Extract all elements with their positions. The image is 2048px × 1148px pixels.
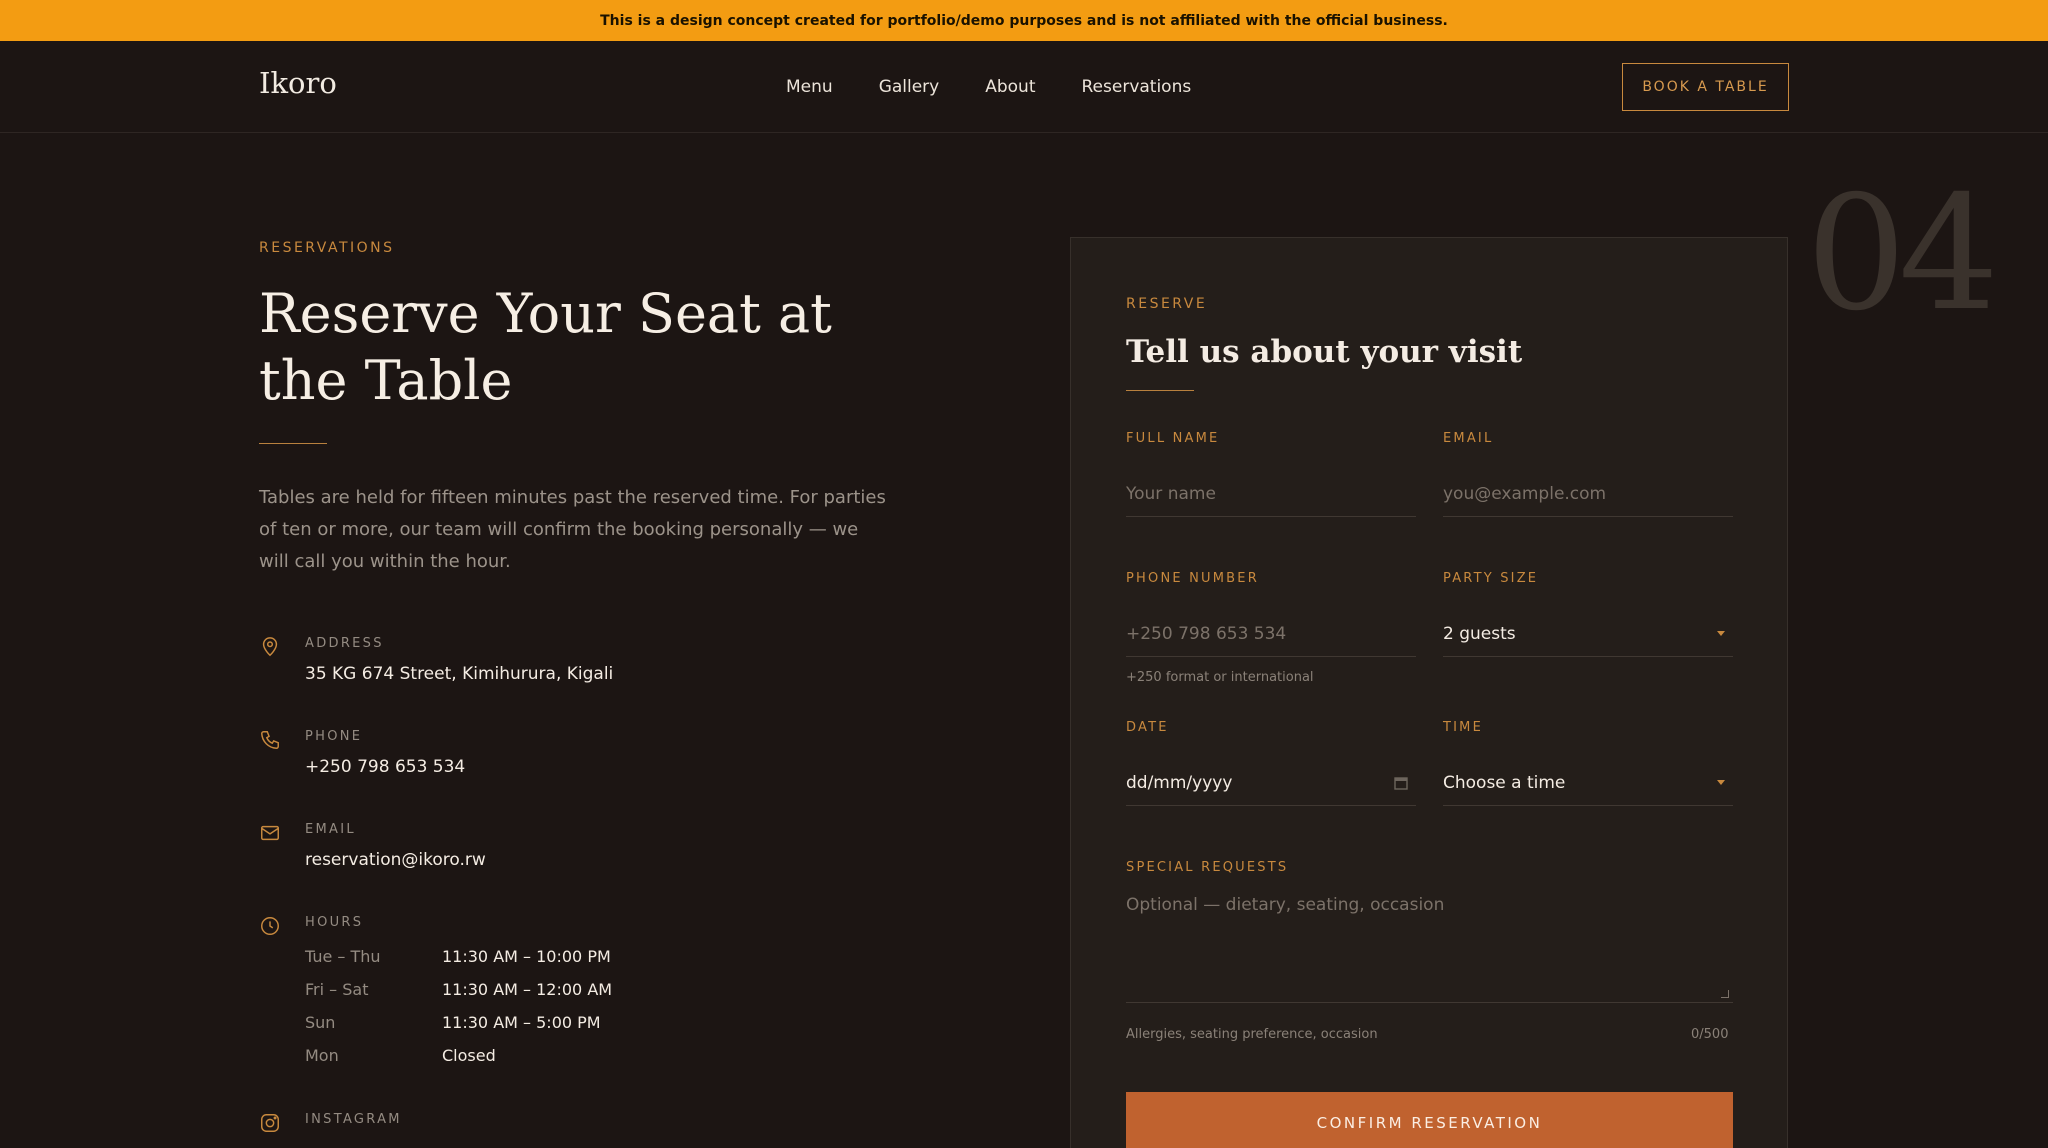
mail-icon — [261, 825, 279, 841]
special-requests-textarea[interactable]: Optional — dietary, seating, occasion — [1126, 895, 1733, 1003]
hours-info: HOURS Tue – Thu 11:30 AM – 10:00 PM Fri … — [259, 915, 819, 1075]
time-field: TIME Choose a time — [1443, 720, 1733, 806]
reservation-form-card: RESERVE Tell us about your visit FULL NA… — [1070, 237, 1788, 1148]
nav-link-gallery[interactable]: Gallery — [879, 77, 940, 97]
instagram-label: INSTAGRAM — [305, 1112, 402, 1127]
nav-link-reservations[interactable]: Reservations — [1082, 77, 1192, 97]
phone-hint: +250 format or international — [1126, 670, 1314, 685]
party-size-label: PARTY SIZE — [1443, 571, 1539, 586]
phone-value[interactable]: +250 798 653 534 — [305, 757, 465, 777]
full-name-field: FULL NAME Your name — [1126, 431, 1416, 517]
date-input[interactable]: dd/mm/yyyy — [1126, 760, 1416, 806]
clock-icon — [261, 917, 279, 935]
nav-links: Menu Gallery About Reservations — [786, 77, 1191, 97]
time-value: Choose a time — [1443, 772, 1566, 793]
nav-link-menu[interactable]: Menu — [786, 77, 833, 97]
full-name-label: FULL NAME — [1126, 431, 1220, 446]
phone-number-label: PHONE NUMBER — [1126, 571, 1259, 586]
phone-icon — [261, 731, 279, 749]
map-pin-icon — [262, 637, 278, 657]
section-number: 04 — [1806, 162, 1999, 346]
phone-input[interactable]: +250 798 653 534 — [1126, 611, 1416, 657]
address-label: ADDRESS — [305, 636, 384, 651]
phone-field: PHONE NUMBER +250 798 653 534 — [1126, 571, 1416, 657]
form-title: Tell us about your visit — [1126, 334, 1523, 370]
party-size-value: 2 guests — [1443, 623, 1516, 644]
party-size-select[interactable]: 2 guests — [1443, 611, 1733, 657]
book-a-table-button[interactable]: BOOK A TABLE — [1622, 63, 1789, 111]
hours-day: Sun — [305, 1013, 336, 1032]
calendar-icon[interactable] — [1394, 776, 1408, 790]
special-requests-placeholder: Optional — dietary, seating, occasion — [1126, 895, 1445, 915]
hours-day: Mon — [305, 1046, 339, 1065]
character-counter: 0/500 — [1691, 1027, 1729, 1042]
phone-label: PHONE — [305, 729, 363, 744]
form-eyebrow: RESERVE — [1126, 296, 1208, 312]
hours-time: 11:30 AM – 12:00 AM — [442, 980, 613, 999]
section-eyebrow: RESERVATIONS — [259, 240, 395, 256]
address-value: 35 KG 674 Street, Kimihurura, Kigali — [305, 664, 614, 684]
email-info: EMAIL reservation@ikoro.rw — [259, 822, 819, 872]
email-field: EMAIL you@example.com — [1443, 431, 1733, 517]
instagram-info: INSTAGRAM — [259, 1112, 819, 1148]
special-requests-hint: Allergies, seating preference, occasion — [1126, 1027, 1378, 1042]
hours-time: Closed — [442, 1046, 496, 1065]
brand-logo[interactable]: Ikoro — [259, 66, 337, 100]
nav-link-about[interactable]: About — [985, 77, 1035, 97]
special-requests-field: SPECIAL REQUESTS — [1126, 860, 1733, 878]
date-field: DATE dd/mm/yyyy — [1126, 720, 1416, 806]
form-title-divider — [1126, 390, 1194, 391]
email-value[interactable]: reservation@ikoro.rw — [305, 850, 486, 870]
hours-day: Fri – Sat — [305, 980, 369, 999]
intro-paragraph: Tables are held for fifteen minutes past… — [259, 487, 886, 572]
hours-row: Fri – Sat 11:30 AM – 12:00 AM — [305, 980, 612, 1013]
phone-info: PHONE +250 798 653 534 — [259, 729, 819, 779]
resize-handle-icon[interactable] — [1721, 990, 1729, 998]
demo-disclaimer-banner: This is a design concept created for por… — [0, 0, 2048, 41]
special-requests-label: SPECIAL REQUESTS — [1126, 860, 1289, 875]
address-info: ADDRESS 35 KG 674 Street, Kimihurura, Ki… — [259, 636, 819, 686]
party-size-field: PARTY SIZE 2 guests — [1443, 571, 1733, 657]
title-divider — [259, 443, 327, 444]
hours-label: HOURS — [305, 915, 364, 930]
email-input[interactable]: you@example.com — [1443, 471, 1733, 517]
top-navigation: Ikoro Menu Gallery About Reservations BO… — [0, 41, 2048, 133]
hours-time: 11:30 AM – 10:00 PM — [442, 947, 611, 966]
hours-time: 11:30 AM – 5:00 PM — [442, 1013, 601, 1032]
chevron-down-icon — [1717, 780, 1725, 785]
email-field-label: EMAIL — [1443, 431, 1494, 446]
date-placeholder: dd/mm/yyyy — [1126, 772, 1233, 793]
time-label: TIME — [1443, 720, 1484, 735]
instagram-icon — [261, 1114, 279, 1132]
hours-row: Sun 11:30 AM – 5:00 PM — [305, 1013, 612, 1046]
time-select[interactable]: Choose a time — [1443, 760, 1733, 806]
hours-row: Tue – Thu 11:30 AM – 10:00 PM — [305, 947, 612, 980]
confirm-reservation-button[interactable]: CONFIRM RESERVATION — [1126, 1092, 1733, 1148]
hours-row: Mon Closed — [305, 1046, 612, 1079]
email-label: EMAIL — [305, 822, 356, 837]
full-name-input[interactable]: Your name — [1126, 471, 1416, 517]
hours-table: Tue – Thu 11:30 AM – 10:00 PM Fri – Sat … — [305, 947, 612, 1079]
page-title: Reserve Your Seat at the Table — [259, 282, 832, 412]
date-label: DATE — [1126, 720, 1169, 735]
chevron-down-icon — [1717, 631, 1725, 636]
hours-day: Tue – Thu — [305, 947, 381, 966]
